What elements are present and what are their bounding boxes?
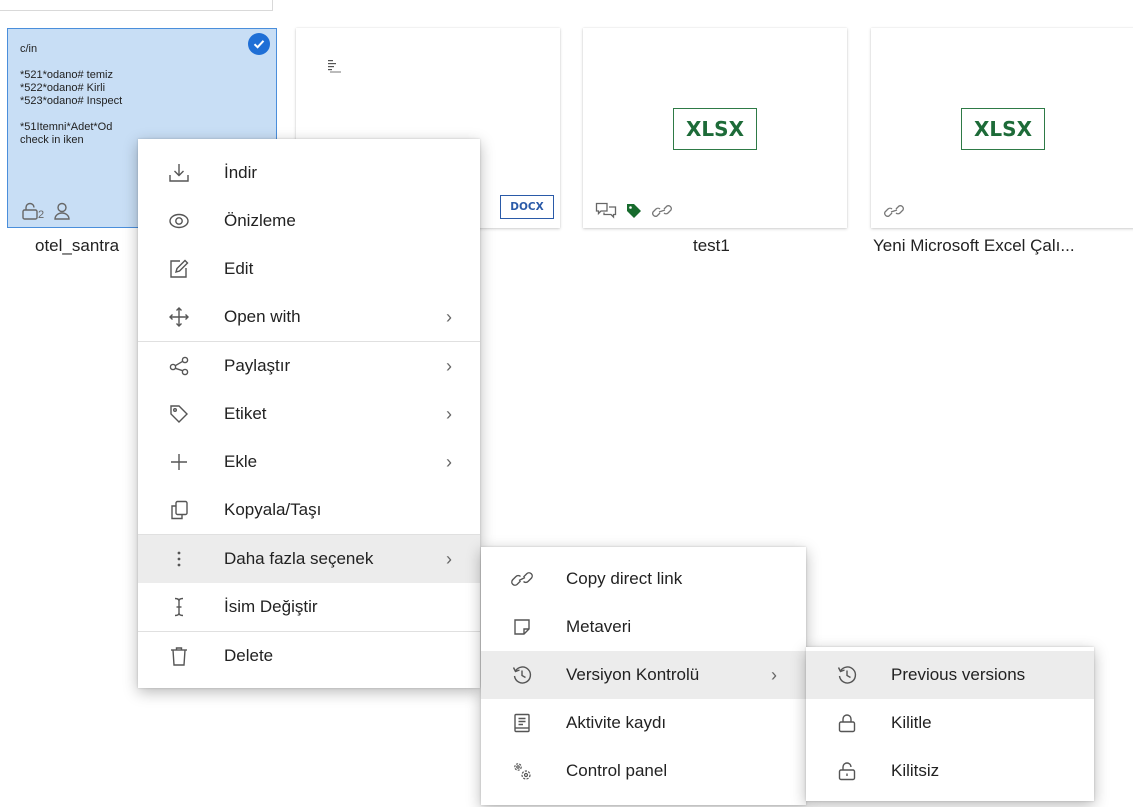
tag-icon [625, 202, 643, 220]
menu-item-control-panel[interactable]: Control panel [481, 747, 806, 795]
menu-item-add[interactable]: Ekle › [138, 438, 480, 486]
menu-item-label: Copy direct link [566, 569, 683, 588]
text-cursor-icon [168, 596, 190, 618]
share-icon [168, 355, 190, 377]
file-card-test1[interactable]: XLSX [583, 28, 847, 228]
menu-item-label: İndir [224, 163, 258, 182]
file-name-label[interactable]: test1 [693, 236, 730, 256]
link-icon [883, 202, 905, 220]
file-card-yeni-excel[interactable]: XLSX [871, 28, 1133, 228]
menu-item-label: Ekle [224, 452, 258, 471]
menu-item-label: Paylaştır [224, 356, 291, 375]
file-status-icons [883, 202, 905, 220]
history-icon [511, 664, 533, 686]
menu-item-tag[interactable]: Etiket › [138, 390, 480, 438]
menu-item-download[interactable]: İndir [138, 149, 480, 197]
note-icon [511, 616, 533, 638]
gears-icon [511, 760, 533, 782]
comments-icon [595, 202, 617, 220]
file-status-icons: 2 [20, 201, 72, 221]
menu-item-label: Daha fazla seçenek [224, 549, 374, 568]
menu-item-copy-direct-link[interactable]: Copy direct link [481, 555, 806, 603]
menu-item-label: İsim Değiştir [224, 597, 318, 616]
menu-item-label: Etiket [224, 404, 267, 423]
menu-item-rename[interactable]: İsim Değiştir [138, 583, 480, 631]
menu-item-label: Önizleme [224, 211, 296, 230]
menu-item-delete[interactable]: Delete [138, 632, 480, 680]
download-icon [168, 162, 190, 184]
activity-log-icon [511, 712, 533, 734]
docx-badge: DOCX [500, 195, 554, 219]
chevron-right-icon: › [446, 355, 452, 376]
menu-item-more-options[interactable]: Daha fazla seçenek › [138, 535, 480, 583]
xlsx-badge: XLSX [673, 108, 757, 150]
menu-item-activity-log[interactable]: Aktivite kaydı [481, 699, 806, 747]
menu-item-metadata[interactable]: Metaveri [481, 603, 806, 651]
menu-item-label: Kilitle [891, 713, 932, 732]
menu-item-label: Edit [224, 259, 254, 278]
menu-item-label: Open with [224, 307, 301, 326]
chevron-right-icon: › [446, 548, 452, 569]
chevron-right-icon: › [446, 403, 452, 424]
eye-icon [168, 210, 190, 232]
menu-item-open-with[interactable]: Open with › [138, 293, 480, 341]
menu-item-label: Versiyon Kontrolü [566, 665, 700, 684]
user-icon [52, 201, 72, 221]
version-control-submenu: Previous versions Kilitle Kilitsiz [806, 647, 1094, 801]
file-status-icons [595, 202, 673, 220]
menu-item-label: Kopyala/Taşı [224, 500, 322, 519]
menu-item-label: Aktivite kaydı [566, 713, 667, 732]
more-options-submenu: Copy direct link Metaveri Versiyon Kontr… [481, 547, 806, 805]
menu-item-label: Previous versions [891, 665, 1026, 684]
copy-icon [168, 499, 190, 521]
menu-item-label: Metaveri [566, 617, 632, 636]
plus-icon [168, 451, 190, 473]
link-icon [511, 568, 533, 590]
menu-item-previous-versions[interactable]: Previous versions [806, 651, 1094, 699]
more-vertical-icon [168, 548, 190, 570]
trash-icon [168, 645, 190, 667]
history-icon [836, 664, 858, 686]
menu-item-version-control[interactable]: Versiyon Kontrolü › [481, 651, 806, 699]
menu-item-share[interactable]: Paylaştır › [138, 342, 480, 390]
menu-item-preview[interactable]: Önizleme [138, 197, 480, 245]
file-name-label[interactable]: Yeni Microsoft Excel Çalı... [873, 236, 1075, 256]
chevron-right-icon: › [446, 306, 452, 327]
lock-count: 2 [38, 209, 45, 221]
file-name-label[interactable]: otel_santra [35, 236, 119, 256]
context-menu: İndir Önizleme Edit Open with › Paylaştı… [138, 139, 480, 688]
xlsx-badge: XLSX [961, 108, 1045, 150]
edit-icon [168, 258, 190, 280]
selected-check-icon[interactable] [248, 33, 270, 55]
move-arrows-icon [168, 306, 190, 328]
tag-icon [168, 403, 190, 425]
menu-item-edit[interactable]: Edit [138, 245, 480, 293]
chevron-right-icon: › [446, 451, 452, 472]
menu-item-label: Kilitsiz [891, 761, 940, 780]
menu-item-label: Control panel [566, 761, 668, 780]
previous-row-card-edge [0, 0, 273, 11]
link-icon [651, 202, 673, 220]
lock-icon [836, 712, 858, 734]
chevron-right-icon: › [771, 664, 777, 685]
menu-item-lock[interactable]: Kilitle [806, 699, 1094, 747]
menu-item-unlock[interactable]: Kilitsiz [806, 747, 1094, 795]
lock-icon: 2 [20, 201, 44, 221]
unlock-icon [836, 760, 858, 782]
menu-item-copy-move[interactable]: Kopyala/Taşı [138, 486, 480, 534]
menu-item-label: Delete [224, 646, 274, 665]
file-preview-text: c/in *521*odano# temiz *522*odano# Kirli… [20, 43, 123, 146]
document-thumbnail-icon [328, 60, 341, 73]
